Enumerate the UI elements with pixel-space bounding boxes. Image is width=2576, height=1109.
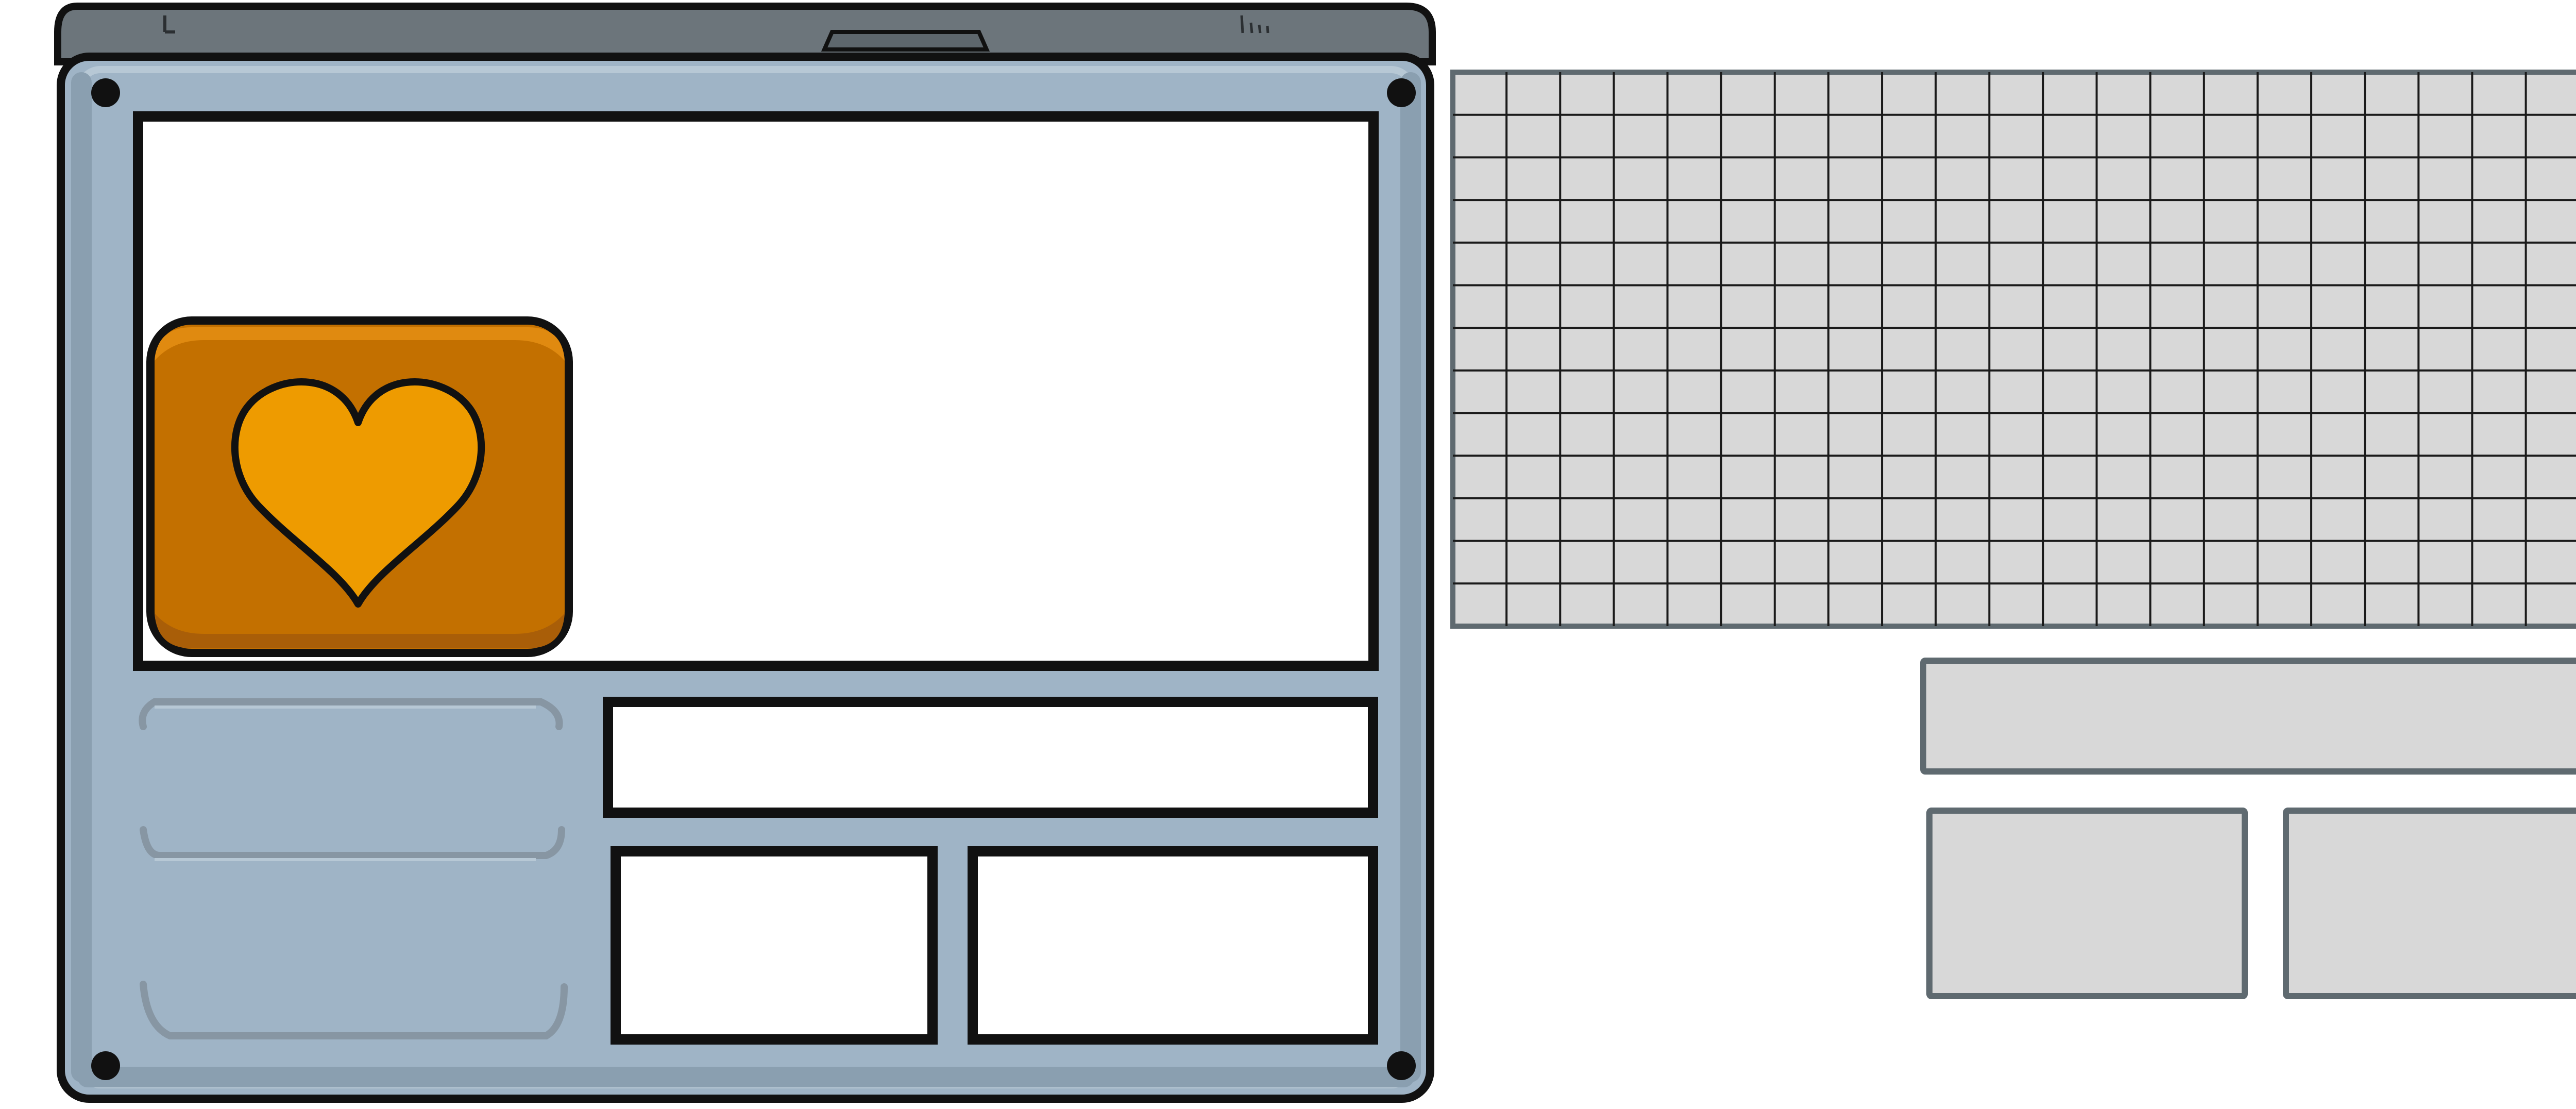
heart-button[interactable] (146, 316, 573, 657)
screw-bottom-left (91, 1051, 120, 1080)
grid-sprite (1450, 70, 2576, 629)
info-display-left (611, 846, 938, 1045)
slot-sprites (1920, 658, 2576, 999)
info-display-right (968, 846, 1378, 1045)
info-display-wide (603, 697, 1378, 818)
panel-top-tab (821, 30, 990, 52)
screw-top-left (91, 78, 120, 107)
sprite-sheet (54, 3, 2576, 1103)
screw-top-right (1387, 78, 1416, 107)
slot-right (2283, 808, 2576, 999)
screw-bottom-right (1387, 1051, 1416, 1080)
slot-left (1926, 808, 2248, 999)
slot-wide (1920, 658, 2576, 775)
grid-sprite-background (1450, 70, 2576, 629)
